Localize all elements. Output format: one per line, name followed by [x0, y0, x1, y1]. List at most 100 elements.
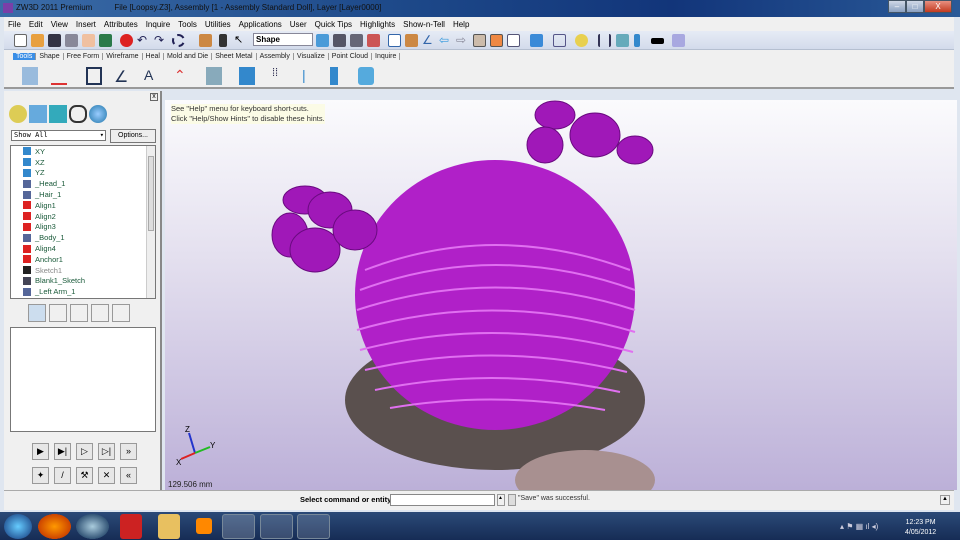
menu-attributes[interactable]: Attributes: [104, 20, 138, 29]
menu-highlights[interactable]: Highlights: [360, 20, 395, 29]
sketch-icon[interactable]: [22, 67, 38, 85]
undo-icon[interactable]: ↶: [137, 34, 150, 47]
light-icon[interactable]: [575, 34, 588, 47]
tree-item[interactable]: XY: [11, 146, 155, 157]
layer-tab-icon[interactable]: [49, 105, 67, 123]
filezilla-icon[interactable]: [120, 514, 142, 539]
menu-view[interactable]: View: [51, 20, 68, 29]
reference-icon[interactable]: [51, 67, 67, 85]
history-tab-icon[interactable]: [9, 105, 27, 123]
tab-tools[interactable]: Tools: [13, 53, 37, 60]
spinner-button[interactable]: ▲: [497, 494, 505, 506]
axis-icon[interactable]: ∠: [422, 34, 435, 47]
tab-free-form[interactable]: Free Form: [64, 53, 104, 60]
menu-utilities[interactable]: Utilities: [205, 20, 231, 29]
tree-item[interactable]: Sketch1: [11, 265, 155, 276]
3d-viewport[interactable]: See "Help" menu for keyboard short-cuts.…: [165, 100, 957, 490]
tree-item[interactable]: Blank1_Sketch: [11, 276, 155, 287]
tab-wireframe[interactable]: Wireframe: [103, 53, 143, 60]
edit-icon[interactable]: /: [54, 467, 71, 484]
filter-icon[interactable]: [219, 34, 227, 47]
options-button[interactable]: Options...: [110, 129, 156, 143]
settings-icon[interactable]: [405, 34, 418, 47]
tree-scrollbar[interactable]: [146, 146, 155, 298]
cancel-icon[interactable]: [120, 34, 133, 47]
play-icon[interactable]: ▶: [32, 443, 49, 460]
menu-applications[interactable]: Applications: [239, 20, 282, 29]
show-filter-select[interactable]: Show All ▾: [11, 130, 106, 141]
section-icon[interactable]: [616, 34, 629, 47]
zoom-box-icon[interactable]: [507, 34, 520, 47]
pattern-icon[interactable]: [206, 67, 222, 85]
layer-icon[interactable]: [634, 34, 640, 47]
curve-icon[interactable]: ⌃: [174, 67, 190, 85]
menu-edit[interactable]: Edit: [29, 20, 43, 29]
step-forward-icon[interactable]: ▷|: [98, 443, 115, 460]
component-view-icon[interactable]: [70, 304, 88, 322]
tab-visualize[interactable]: Visualize: [294, 53, 329, 60]
panel-close-button[interactable]: x: [150, 93, 158, 101]
render-tab-icon[interactable]: [89, 105, 107, 123]
view-filter-icon[interactable]: [316, 34, 329, 47]
measure-icon[interactable]: [598, 34, 611, 47]
fast-forward-icon[interactable]: »: [120, 443, 137, 460]
step-end-icon[interactable]: ▶|: [54, 443, 71, 460]
print-icon[interactable]: [65, 34, 78, 47]
search-icon[interactable]: [91, 304, 109, 322]
clock[interactable]: 12:23 PM 4/05/2012: [905, 518, 936, 538]
color-black-swatch[interactable]: [651, 38, 664, 44]
tree-item[interactable]: Align4: [11, 243, 155, 254]
pick-filter-icon[interactable]: [199, 34, 212, 47]
zoom-all-icon[interactable]: [473, 34, 486, 47]
tree-item[interactable]: _Head_1: [11, 178, 155, 189]
wizard-icon[interactable]: ✦: [32, 467, 49, 484]
tree-item[interactable]: _Hair_1: [11, 189, 155, 200]
expand-icon[interactable]: ▲: [940, 495, 950, 505]
tab-point-cloud[interactable]: Point Cloud: [329, 53, 372, 60]
tray-icons[interactable]: ▴ ⚑ ▦ ıl ◂): [840, 522, 890, 531]
array-icon[interactable]: [239, 67, 255, 85]
explorer-icon[interactable]: [158, 514, 180, 539]
history-button[interactable]: [508, 494, 516, 506]
plane-icon[interactable]: ∠: [114, 67, 130, 86]
tab-mold-and-die[interactable]: Mold and Die: [164, 53, 213, 60]
tree-item[interactable]: Align3: [11, 222, 155, 233]
cursor-filter-icon[interactable]: ↖: [234, 34, 247, 47]
sketch-edit-icon[interactable]: [388, 34, 401, 47]
save-icon[interactable]: [48, 34, 61, 47]
window-icon[interactable]: [367, 34, 380, 47]
tab-heal[interactable]: Heal: [143, 53, 164, 60]
exit-icon[interactable]: [99, 34, 112, 47]
minimize-button[interactable]: –: [888, 0, 906, 13]
tree-item[interactable]: Anchor1: [11, 254, 155, 265]
datum-icon[interactable]: [86, 67, 102, 85]
menu-inquire[interactable]: Inquire: [146, 20, 170, 29]
display-icon[interactable]: [333, 34, 346, 47]
menu-help[interactable]: Help: [453, 20, 469, 29]
shaded-view-icon[interactable]: [530, 34, 543, 47]
command-input[interactable]: [390, 494, 495, 506]
tree-item[interactable]: _Body_1: [11, 232, 155, 243]
tab-inquire[interactable]: Inquire: [372, 53, 401, 60]
rewind-icon[interactable]: «: [120, 467, 137, 484]
open-file-icon[interactable]: [31, 34, 44, 47]
menu-insert[interactable]: Insert: [76, 20, 96, 29]
tree-item[interactable]: _Left Arm_1: [11, 286, 155, 297]
paint-icon[interactable]: [297, 514, 330, 539]
tree-item[interactable]: YZ: [11, 168, 155, 179]
maximize-button[interactable]: □: [906, 0, 924, 13]
firefox-icon[interactable]: [38, 514, 71, 539]
color-lavender-swatch[interactable]: [672, 34, 685, 47]
tool-icon[interactable]: ⚒: [76, 467, 93, 484]
media-player-icon[interactable]: [196, 518, 212, 534]
doll-model[interactable]: [165, 100, 957, 490]
grid-icon[interactable]: ⁞⁞: [272, 67, 288, 85]
menu-file[interactable]: File: [8, 20, 21, 29]
start-button[interactable]: [4, 514, 32, 539]
solid-icon[interactable]: [358, 67, 374, 85]
tab-shape[interactable]: Shape: [36, 53, 64, 60]
tab-sheet-metal[interactable]: Sheet Metal: [212, 53, 257, 60]
redo-icon[interactable]: ↷: [154, 34, 167, 47]
shade-icon[interactable]: [350, 34, 363, 47]
menu-tools[interactable]: Tools: [178, 20, 197, 29]
